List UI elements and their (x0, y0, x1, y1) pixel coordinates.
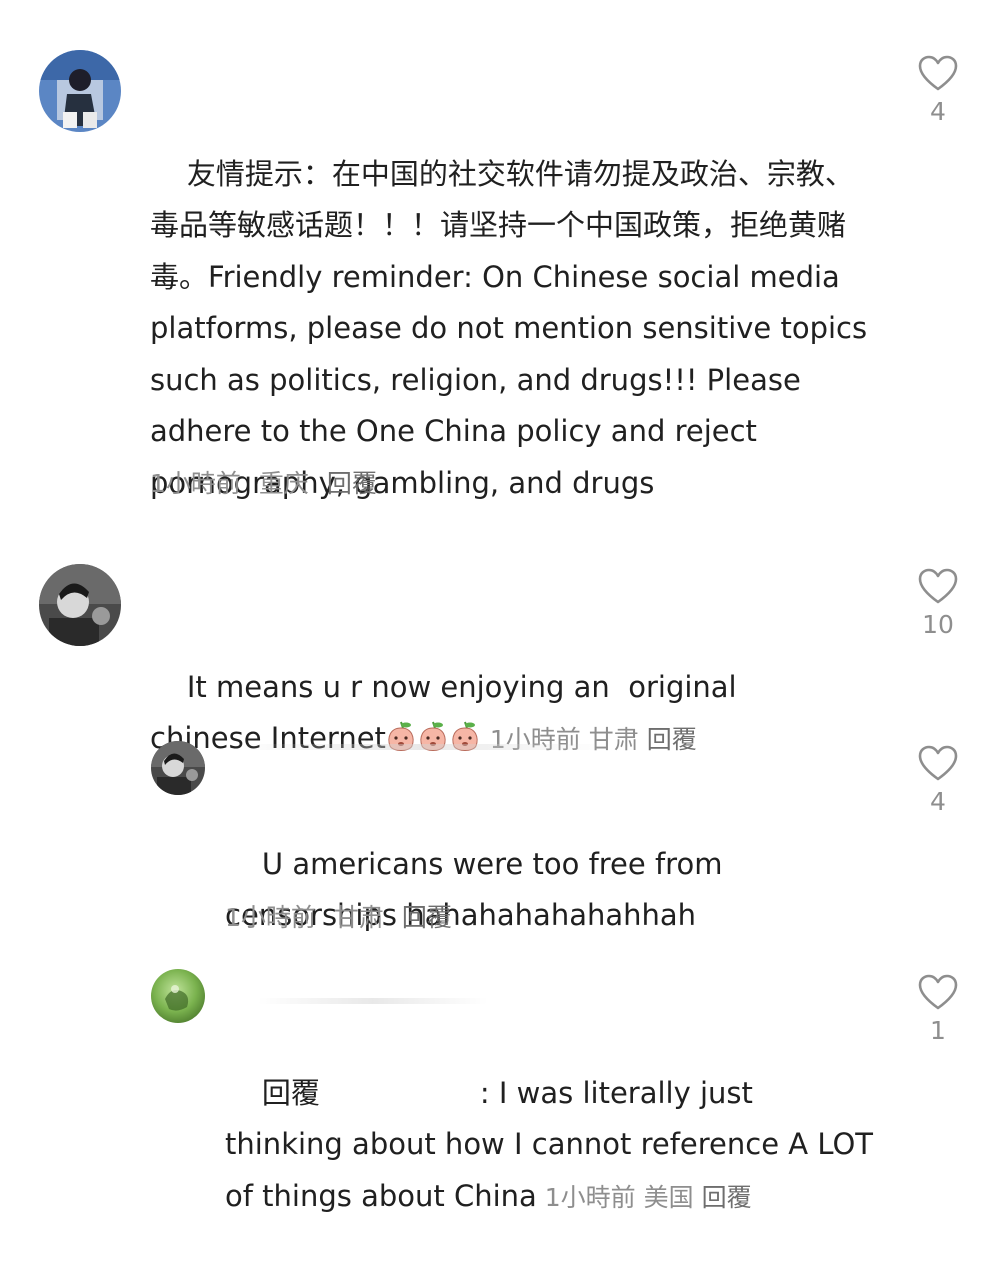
comment-meta: 1小時前 甘肃 回覆 (225, 903, 462, 933)
like-button[interactable]: 4 (908, 745, 968, 817)
comment-meta: 1小時前 美国 回覆 (537, 1183, 752, 1212)
avatar-image (151, 741, 205, 795)
reply-prefix: 回覆 (261, 1075, 320, 1110)
avatar[interactable] (39, 50, 121, 132)
comment-location: 重庆 (258, 469, 309, 498)
reply-1: U americans were too free from censorshi… (0, 730, 998, 960)
reply-button[interactable]: 回覆 (702, 1183, 752, 1212)
avatar[interactable] (39, 564, 121, 646)
like-count: 4 (930, 97, 946, 126)
comment-2: It means u r now enjoying an original ch… (0, 540, 998, 755)
like-count: 1 (930, 1016, 946, 1045)
comment-location: 美国 (643, 1182, 694, 1212)
heart-outline-icon (918, 568, 958, 604)
reply-button[interactable]: 回覆 (327, 469, 377, 498)
like-count: 4 (930, 787, 946, 816)
avatar[interactable] (151, 741, 205, 795)
avatar-image (151, 969, 205, 1023)
comment-time: 1小時前 (150, 469, 241, 498)
like-button[interactable]: 4 (908, 55, 968, 127)
like-button[interactable]: 1 (908, 974, 968, 1046)
reply-button[interactable]: 回覆 (402, 903, 452, 932)
heart-outline-icon (918, 55, 958, 91)
like-button[interactable]: 10 (908, 568, 968, 640)
comment-time: 1小時前 (225, 903, 316, 932)
heart-outline-icon (918, 745, 958, 781)
comment-1: 友情提示：在中国的社交软件请勿提及政治、宗教、毒品等敏感话题！！！请坚持一个中国… (0, 0, 998, 520)
heart-outline-icon (918, 974, 958, 1010)
comment-meta: 1小時前 重庆 回覆 (150, 469, 387, 499)
username-redacted (258, 998, 488, 1004)
comment-location: 甘肃 (333, 903, 384, 932)
avatar-image (39, 50, 121, 132)
like-count: 10 (922, 610, 954, 639)
comment-text: 回覆: I was literally just thinking about … (225, 1075, 883, 1213)
avatar[interactable] (151, 969, 205, 1023)
comment-time: 1小時前 (544, 1182, 636, 1212)
avatar-image (39, 564, 121, 646)
username-redacted (230, 744, 610, 750)
reply-2: 回覆: I was literally just thinking about … (0, 960, 998, 1213)
